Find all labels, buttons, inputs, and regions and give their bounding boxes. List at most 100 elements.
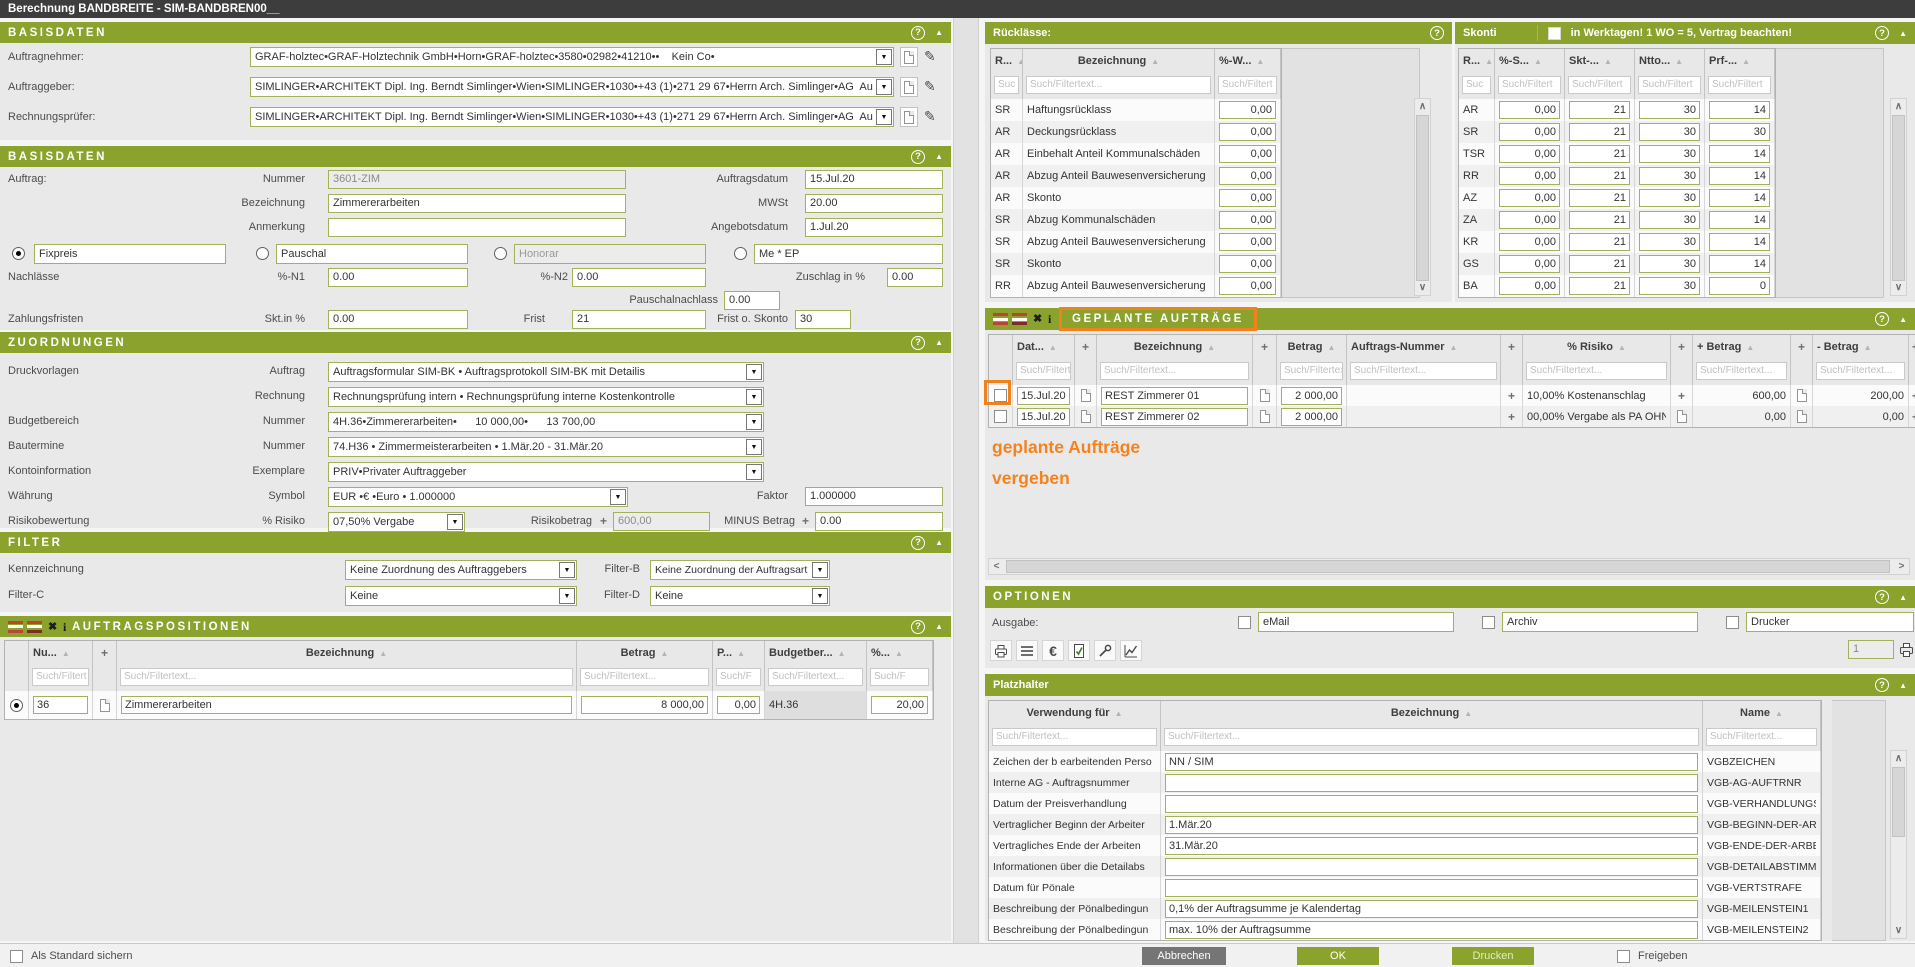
filter-b-select[interactable]: Keine Zuordnung der Auftragsart ▼ xyxy=(650,560,830,580)
column-header[interactable]: R...▲ xyxy=(1459,49,1495,73)
chevron-down-icon[interactable]: ▼ xyxy=(746,389,762,405)
cell-input[interactable]: 14 xyxy=(1709,233,1770,251)
column-header[interactable]: Auftrags-Nummer▲ xyxy=(1347,335,1501,359)
printer-icon[interactable] xyxy=(990,640,1012,661)
row-checkbox[interactable] xyxy=(994,389,1007,402)
row-radio[interactable] xyxy=(10,699,23,712)
plus-icon[interactable]: + xyxy=(1678,389,1685,403)
filter-input[interactable]: Such/Filtert xyxy=(32,668,89,686)
close-icon[interactable]: ✖ xyxy=(48,620,57,633)
filter-input[interactable]: Such/Filtert xyxy=(1016,362,1071,380)
edit-pencil-icon[interactable]: ✎ xyxy=(924,48,936,65)
filter-input[interactable]: Such/F xyxy=(716,668,761,686)
cell-input[interactable]: 14 xyxy=(1709,189,1770,207)
collapse-icon[interactable]: ▲ xyxy=(935,28,943,37)
scroll-up-icon[interactable]: ∧ xyxy=(1415,99,1430,114)
sort-icon[interactable]: ▲ xyxy=(1742,57,1750,66)
cell-input[interactable]: 0,00 xyxy=(1219,211,1276,229)
cell-input[interactable]: 0,00 xyxy=(1499,189,1560,207)
kontakt-select[interactable]: GRAF-holztec•GRAF-Holztechnik GmbH•Horn•… xyxy=(250,47,894,67)
column-header[interactable]: + xyxy=(1253,335,1277,359)
chevron-down-icon[interactable]: ▼ xyxy=(447,514,463,530)
document-icon[interactable] xyxy=(1081,410,1091,423)
column-header[interactable] xyxy=(989,335,1013,359)
cell-input[interactable] xyxy=(1165,858,1698,876)
als-standard-checkbox[interactable] xyxy=(10,950,23,963)
bautermine-select[interactable]: 74.H36 • Zimmermeisterarbeiten • 1.Mär.2… xyxy=(328,437,764,457)
filter-input[interactable]: Such/Filtertext... xyxy=(580,668,709,686)
chevron-down-icon[interactable]: ▼ xyxy=(812,588,828,604)
collapse-icon[interactable]: ▲ xyxy=(935,622,943,631)
stripe-list-icon-2[interactable] xyxy=(27,621,42,633)
document-icon[interactable] xyxy=(1677,410,1687,423)
printer-icon[interactable] xyxy=(1898,641,1915,658)
scroll-left-icon[interactable]: < xyxy=(989,559,1004,574)
cell-input[interactable]: 0,00 xyxy=(1499,277,1560,295)
zuschlag-field[interactable]: 0.00 xyxy=(887,268,943,287)
sort-icon[interactable]: ▲ xyxy=(1464,709,1472,718)
minus-betrag-field[interactable]: 0.00 xyxy=(815,512,943,531)
preisart-radio-2[interactable] xyxy=(256,247,269,260)
cell-input[interactable]: REST Zimmerer 02 xyxy=(1101,408,1248,426)
cell-input[interactable]: 30 xyxy=(1639,255,1700,273)
skt-field[interactable]: 0.00 xyxy=(328,310,468,329)
document-icon[interactable] xyxy=(1260,389,1270,402)
list-icon[interactable] xyxy=(1016,640,1038,661)
sort-icon[interactable]: ▲ xyxy=(660,649,668,658)
column-header[interactable]: R...▲ xyxy=(991,49,1023,73)
cell-input[interactable]: 21 xyxy=(1569,277,1630,295)
filter-input[interactable]: Such/Filtert xyxy=(1568,76,1631,94)
column-header[interactable]: Budgetber...▲ xyxy=(765,641,867,665)
sort-icon[interactable]: ▲ xyxy=(1618,343,1626,352)
cell-input[interactable]: 21 xyxy=(1569,211,1630,229)
chevron-down-icon[interactable]: ▼ xyxy=(876,49,892,65)
info-icon[interactable]: i xyxy=(1048,312,1051,327)
help-icon[interactable]: ? xyxy=(911,150,925,164)
scroll-up-icon[interactable]: ∧ xyxy=(1891,99,1906,114)
cell-input[interactable] xyxy=(1165,879,1698,897)
help-icon[interactable]: ? xyxy=(911,536,925,550)
filter-input[interactable]: Such/Filtertext... xyxy=(768,668,863,686)
kontakt-select[interactable]: SIMLINGER•ARCHITEKT Dipl. Ing. Berndt Si… xyxy=(250,107,894,127)
cell-input[interactable]: REST Zimmerer 01 xyxy=(1101,387,1248,405)
cell-input[interactable]: 15.Jul.20 xyxy=(1017,387,1070,405)
sort-icon[interactable]: ▲ xyxy=(1604,57,1612,66)
collapse-icon[interactable]: ▲ xyxy=(935,152,943,161)
cell-input[interactable]: 0,00 xyxy=(1219,145,1276,163)
cell-input[interactable]: 30 xyxy=(1639,233,1700,251)
column-header[interactable]: Nu...▲ xyxy=(29,641,93,665)
new-document-button[interactable] xyxy=(900,77,918,97)
column-header[interactable]: + xyxy=(1791,335,1813,359)
filter-input[interactable]: Such/Filtertext... xyxy=(992,728,1157,746)
sort-icon[interactable]: ▲ xyxy=(838,649,846,658)
mwst-field[interactable]: 20.00 xyxy=(805,194,943,213)
chevron-down-icon[interactable]: ▼ xyxy=(746,414,762,430)
help-icon[interactable]: ? xyxy=(911,26,925,40)
collapse-icon[interactable]: ▲ xyxy=(1899,29,1907,38)
chevron-down-icon[interactable]: ▼ xyxy=(746,439,762,455)
cell-input[interactable]: 21 xyxy=(1569,145,1630,163)
document-icon[interactable] xyxy=(100,699,110,712)
filter-input[interactable]: Such/Filtert xyxy=(1218,76,1277,94)
column-header[interactable]: Verwendung für▲ xyxy=(989,701,1161,725)
scroll-up-icon[interactable]: ∧ xyxy=(1891,751,1906,766)
druckvorlage-auftrag-select[interactable]: Auftragsformular SIM-BK • Auftragsprotok… xyxy=(328,362,764,382)
freigeben-checkbox[interactable] xyxy=(1617,950,1630,963)
column-header[interactable]: P...▲ xyxy=(713,641,765,665)
cell-input[interactable]: 0,00 xyxy=(1499,211,1560,229)
ausgabe-checkbox-email[interactable] xyxy=(1238,616,1251,629)
stripe-list-icon[interactable] xyxy=(8,621,23,633)
sort-icon[interactable]: ▲ xyxy=(1485,57,1493,66)
cell-input[interactable]: 14 xyxy=(1709,101,1770,119)
cell-input[interactable] xyxy=(1165,795,1698,813)
filter-input[interactable]: Such/Filtertext... xyxy=(1350,362,1497,380)
filter-input[interactable]: Such/Filtert xyxy=(1638,76,1701,94)
cell-input[interactable]: 0,00 xyxy=(717,696,760,714)
scroll-right-icon[interactable]: > xyxy=(1894,559,1909,574)
cell-input[interactable]: 30 xyxy=(1639,145,1700,163)
n1-field[interactable]: 0.00 xyxy=(328,268,468,287)
chevron-down-icon[interactable]: ▼ xyxy=(746,464,762,480)
nummer-field[interactable]: 3601-ZIM xyxy=(328,170,626,189)
cell-input[interactable]: 14 xyxy=(1709,211,1770,229)
filter-input[interactable]: Suc xyxy=(994,76,1019,94)
